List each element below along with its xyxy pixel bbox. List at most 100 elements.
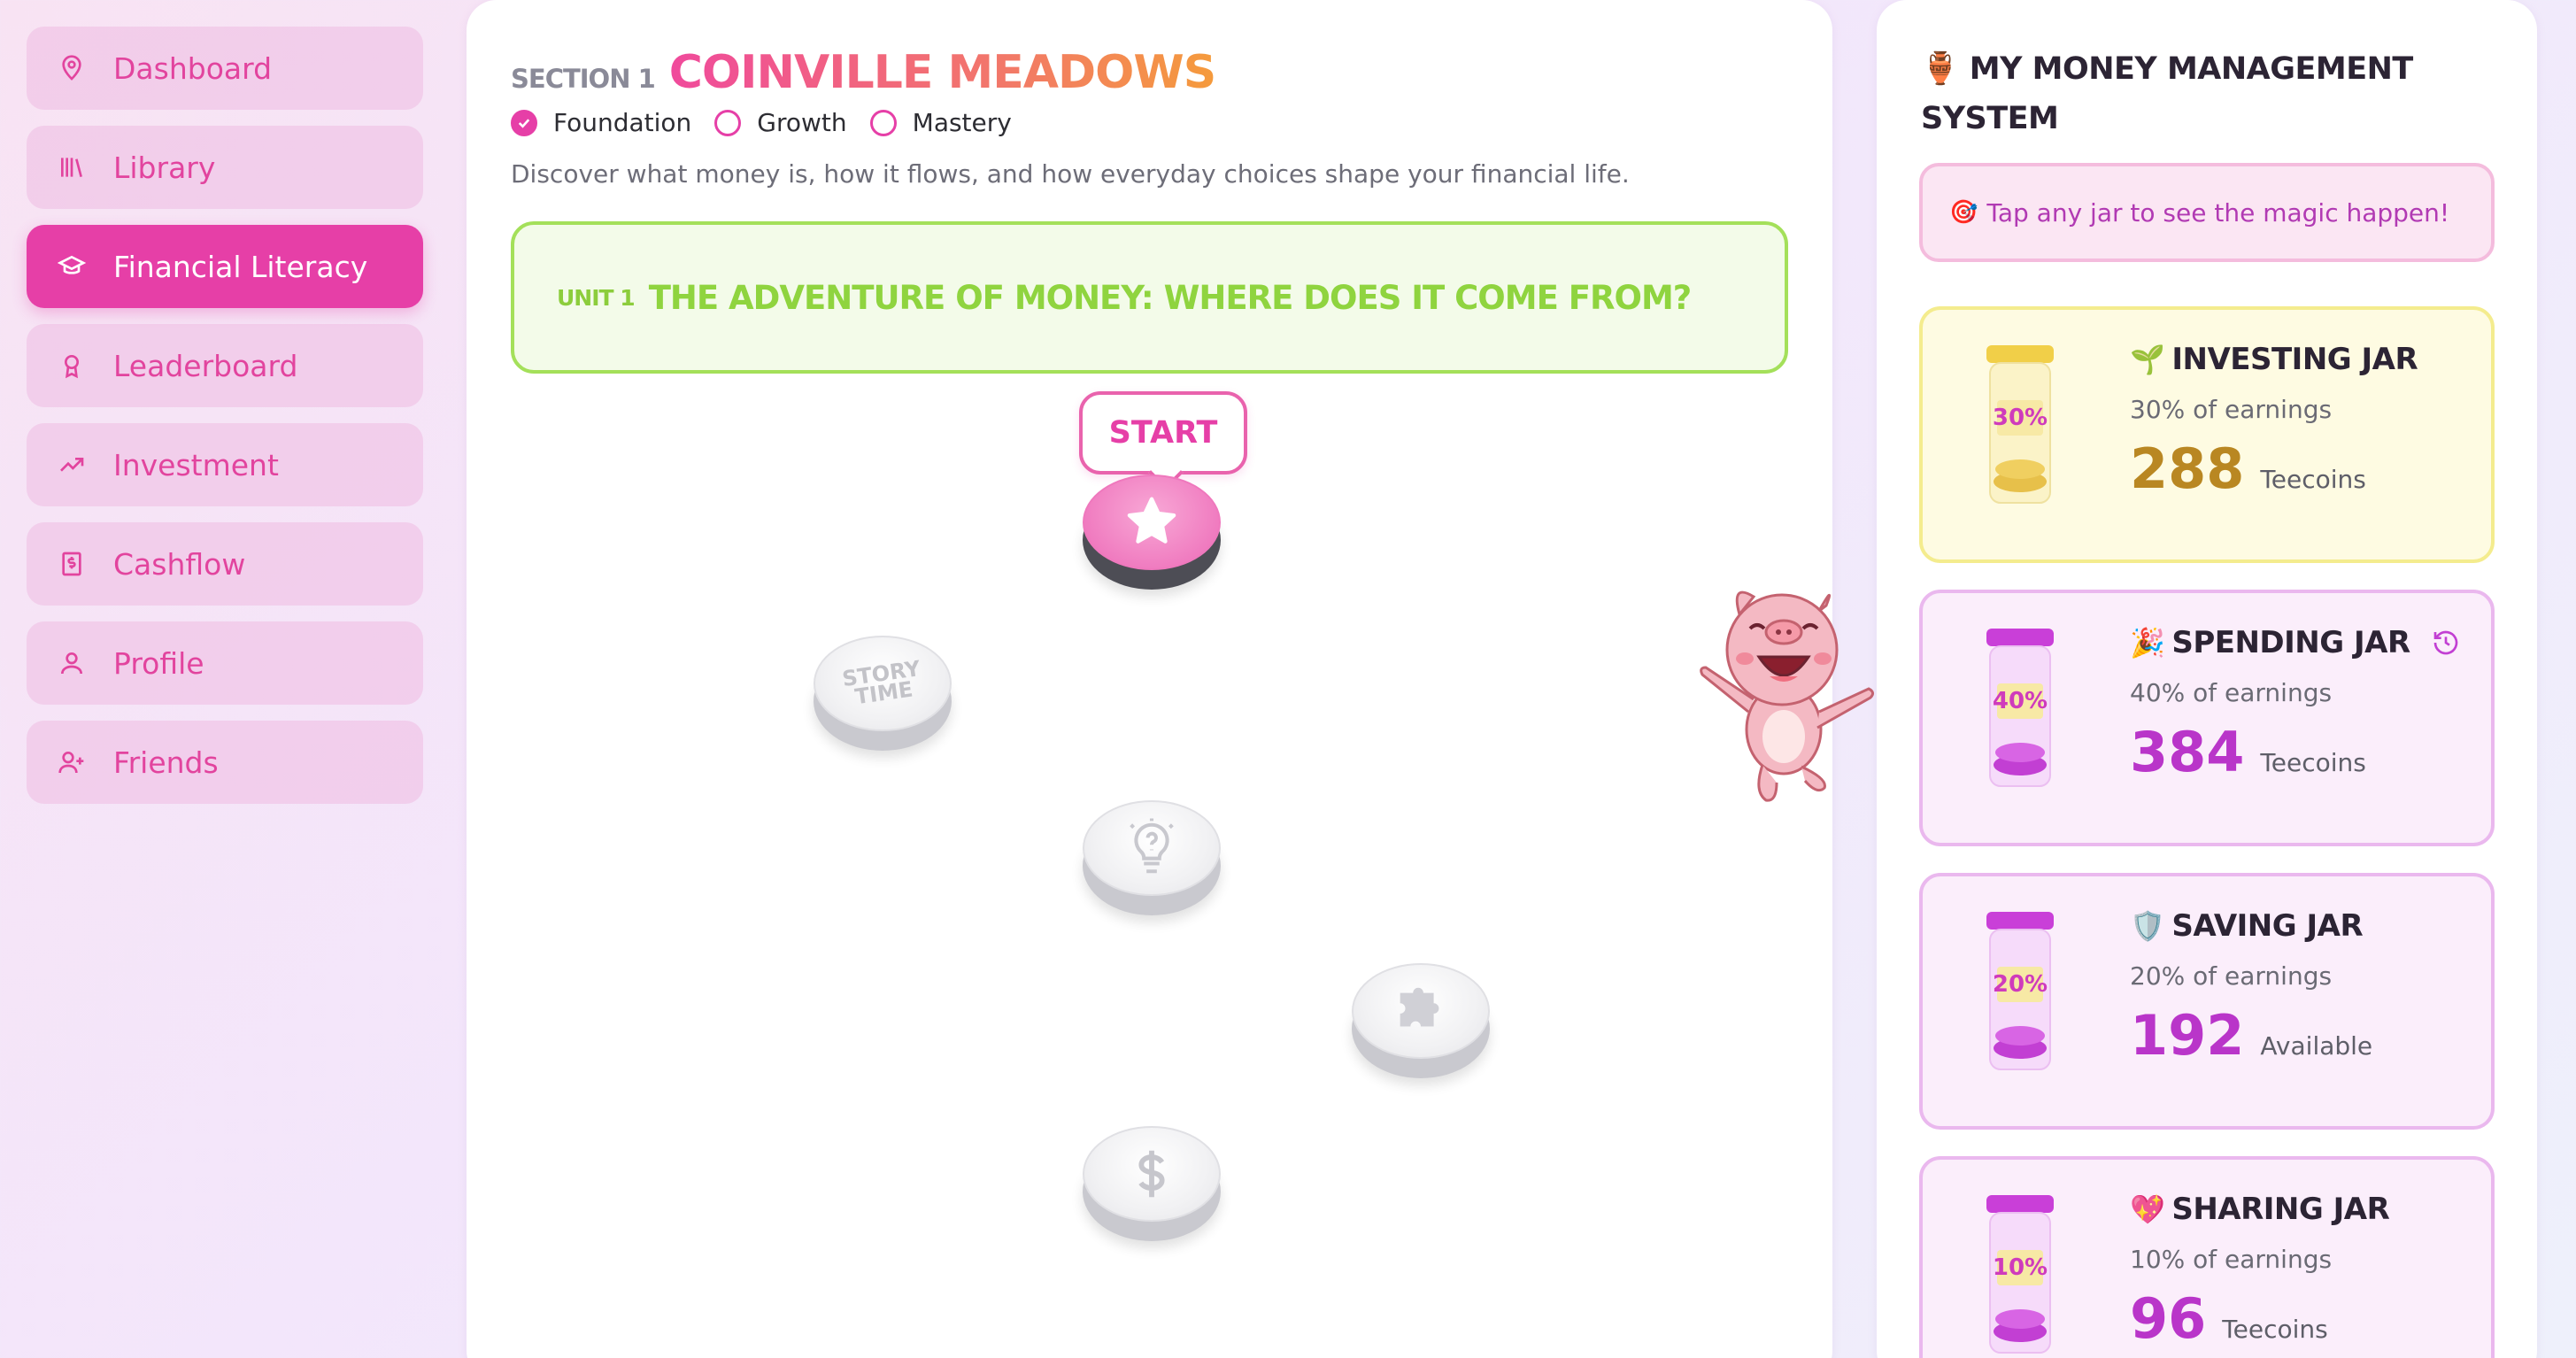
jar-amount: 288 Teecoins xyxy=(2130,436,2418,501)
node-top: STORY TIME xyxy=(814,636,952,731)
sidebar-item-financial-literacy[interactable]: Financial Literacy xyxy=(27,225,423,308)
investing-jar-icon: 30% xyxy=(1986,345,2054,504)
level-label: Growth xyxy=(757,108,847,137)
jar-percent: 20% of earnings xyxy=(2130,961,2333,991)
jar-percent: 30% of earnings xyxy=(2130,395,2333,424)
jar-amount-value: 96 xyxy=(2130,1286,2207,1351)
section-description: Discover what money is, how it flows, an… xyxy=(511,159,1630,189)
level-selector: Foundation Growth Mastery xyxy=(511,108,1035,137)
jar-name-text: SPENDING JAR xyxy=(2171,625,2410,660)
lesson-node-star[interactable] xyxy=(1083,475,1221,590)
lesson-node-quiz[interactable] xyxy=(1083,800,1221,915)
radio-icon xyxy=(714,109,742,136)
spending-jar-card[interactable]: 40% 🎉 SPENDING JAR 40% of earnings 384 T… xyxy=(1919,590,2495,846)
jar-name-text: SHARING JAR xyxy=(2171,1192,2390,1227)
lightbulb-question-icon xyxy=(1130,818,1174,874)
target-icon: 🎯 xyxy=(1949,199,1978,226)
sidebar-item-friends[interactable]: Friends xyxy=(27,721,423,804)
jar-name: 💖 SHARING JAR xyxy=(2130,1192,2390,1227)
jar-amount-value: 384 xyxy=(2130,720,2245,784)
sharing-jar-icon: 10% xyxy=(1986,1195,2054,1354)
sidebar-item-label: Cashflow xyxy=(113,546,246,582)
story-time-icon: STORY TIME xyxy=(840,656,922,710)
jar-name: 🛡️ SAVING JAR xyxy=(2130,908,2372,944)
map-pin-icon xyxy=(57,53,87,83)
jar-pct-label: 30% xyxy=(1993,405,2048,431)
heart-icon: 💖 xyxy=(2130,1192,2165,1226)
investing-jar-card[interactable]: 30% 🌱 INVESTING JAR 30% of earnings 288 … xyxy=(1919,306,2495,563)
jar-percent: 40% of earnings xyxy=(2130,678,2333,707)
sprout-icon: 🌱 xyxy=(2130,343,2165,376)
history-icon[interactable] xyxy=(2432,629,2460,657)
jar-amount-unit: Teecoins xyxy=(2222,1315,2328,1344)
sidebar-item-label: Dashboard xyxy=(113,50,273,86)
jar-amount-value: 288 xyxy=(2130,436,2245,501)
jar-amount-unit: Teecoins xyxy=(2260,465,2366,494)
node-top xyxy=(1083,800,1221,896)
learning-path-panel: SECTION 1 COINVILLE MEADOWS Foundation G… xyxy=(467,0,1875,1358)
jar-name: 🎉 SPENDING JAR xyxy=(2130,625,2460,660)
unit-banner: UNIT 1 THE ADVENTURE OF MONEY: WHERE DOE… xyxy=(511,221,1788,374)
sidebar-item-leaderboard[interactable]: Leaderboard xyxy=(27,324,423,407)
lesson-node-puzzle[interactable] xyxy=(1352,963,1490,1078)
jar-amount-unit: Teecoins xyxy=(2260,748,2366,777)
trending-up-icon xyxy=(57,450,87,480)
star-icon xyxy=(1127,497,1176,544)
start-bubble[interactable]: START xyxy=(1079,391,1247,475)
sidebar-item-label: Financial Literacy xyxy=(113,249,368,284)
party-popper-icon: 🎉 xyxy=(2130,626,2165,660)
node-top xyxy=(1083,475,1221,570)
pig-mascot xyxy=(1700,590,1875,802)
jar-amount-unit: Available xyxy=(2260,1031,2373,1061)
node-top xyxy=(1083,1126,1221,1222)
jar-amount: 192 Available xyxy=(2130,1003,2372,1068)
level-option-foundation[interactable]: Foundation xyxy=(511,108,691,137)
jar-name-text: INVESTING JAR xyxy=(2171,342,2418,377)
jar-name: 🌱 INVESTING JAR xyxy=(2130,342,2418,377)
level-label: Mastery xyxy=(912,108,1012,137)
user-icon xyxy=(57,648,87,678)
section-title: COINVILLE MEADOWS xyxy=(668,46,1216,99)
tip-text: Tap any jar to see the magic happen! xyxy=(1986,197,2450,228)
jar-pct-label: 40% xyxy=(1993,688,2048,714)
dollar-icon xyxy=(1138,1150,1165,1198)
jar-pct-label: 10% xyxy=(1993,1254,2048,1281)
jar-pct-label: 20% xyxy=(1993,971,2048,998)
jar-amount: 384 Teecoins xyxy=(2130,720,2460,784)
section-label: SECTION 1 xyxy=(511,64,656,94)
level-label: Foundation xyxy=(553,108,692,137)
puzzle-icon xyxy=(1400,987,1439,1027)
saving-jar-card[interactable]: 20% 🛡️ SAVING JAR 20% of earnings 192 Av… xyxy=(1919,873,2495,1130)
jar-percent: 10% of earnings xyxy=(2130,1245,2333,1274)
sidebar-item-label: Friends xyxy=(113,745,219,780)
money-management-panel: 🏺 MY MONEY MANAGEMENT SYSTEM 🎯 Tap any j… xyxy=(1877,0,2537,1358)
jar-amount: 96 Teecoins xyxy=(2130,1286,2389,1351)
sidebar-item-library[interactable]: Library xyxy=(27,126,423,209)
check-icon xyxy=(511,109,537,136)
sidebar-item-investment[interactable]: Investment xyxy=(27,423,423,506)
section-header: SECTION 1 COINVILLE MEADOWS xyxy=(511,46,1216,99)
jar-name-text: SAVING JAR xyxy=(2171,908,2364,944)
saving-jar-icon: 20% xyxy=(1986,912,2054,1070)
sidebar-item-label: Leaderboard xyxy=(113,348,298,383)
award-icon xyxy=(57,351,87,381)
money-panel-title: 🏺 MY MONEY MANAGEMENT SYSTEM xyxy=(1921,44,2487,143)
sidebar-item-dashboard[interactable]: Dashboard xyxy=(27,27,423,110)
unit-label: UNIT 1 xyxy=(557,284,636,311)
lesson-node-story[interactable]: STORY TIME xyxy=(814,636,952,751)
level-option-mastery[interactable]: Mastery xyxy=(869,108,1012,137)
money-panel-title-text: MY MONEY MANAGEMENT SYSTEM xyxy=(1921,51,2413,136)
sidebar-item-profile[interactable]: Profile xyxy=(27,621,423,705)
sharing-jar-card[interactable]: 10% 💖 SHARING JAR 10% of earnings 96 Tee… xyxy=(1919,1156,2495,1358)
graduation-cap-icon xyxy=(57,251,87,282)
jar-amount-value: 192 xyxy=(2130,1003,2245,1068)
lesson-node-money[interactable] xyxy=(1083,1126,1221,1241)
node-top xyxy=(1352,963,1490,1059)
sidebar-item-label: Library xyxy=(113,150,216,185)
sidebar-item-label: Profile xyxy=(113,645,204,681)
jar-icon: 🏺 xyxy=(1921,51,1960,87)
sidebar-item-cashflow[interactable]: Cashflow xyxy=(27,522,423,606)
level-option-growth[interactable]: Growth xyxy=(714,108,847,137)
library-icon xyxy=(57,152,87,182)
unit-title: THE ADVENTURE OF MONEY: WHERE DOES IT CO… xyxy=(648,278,1693,317)
